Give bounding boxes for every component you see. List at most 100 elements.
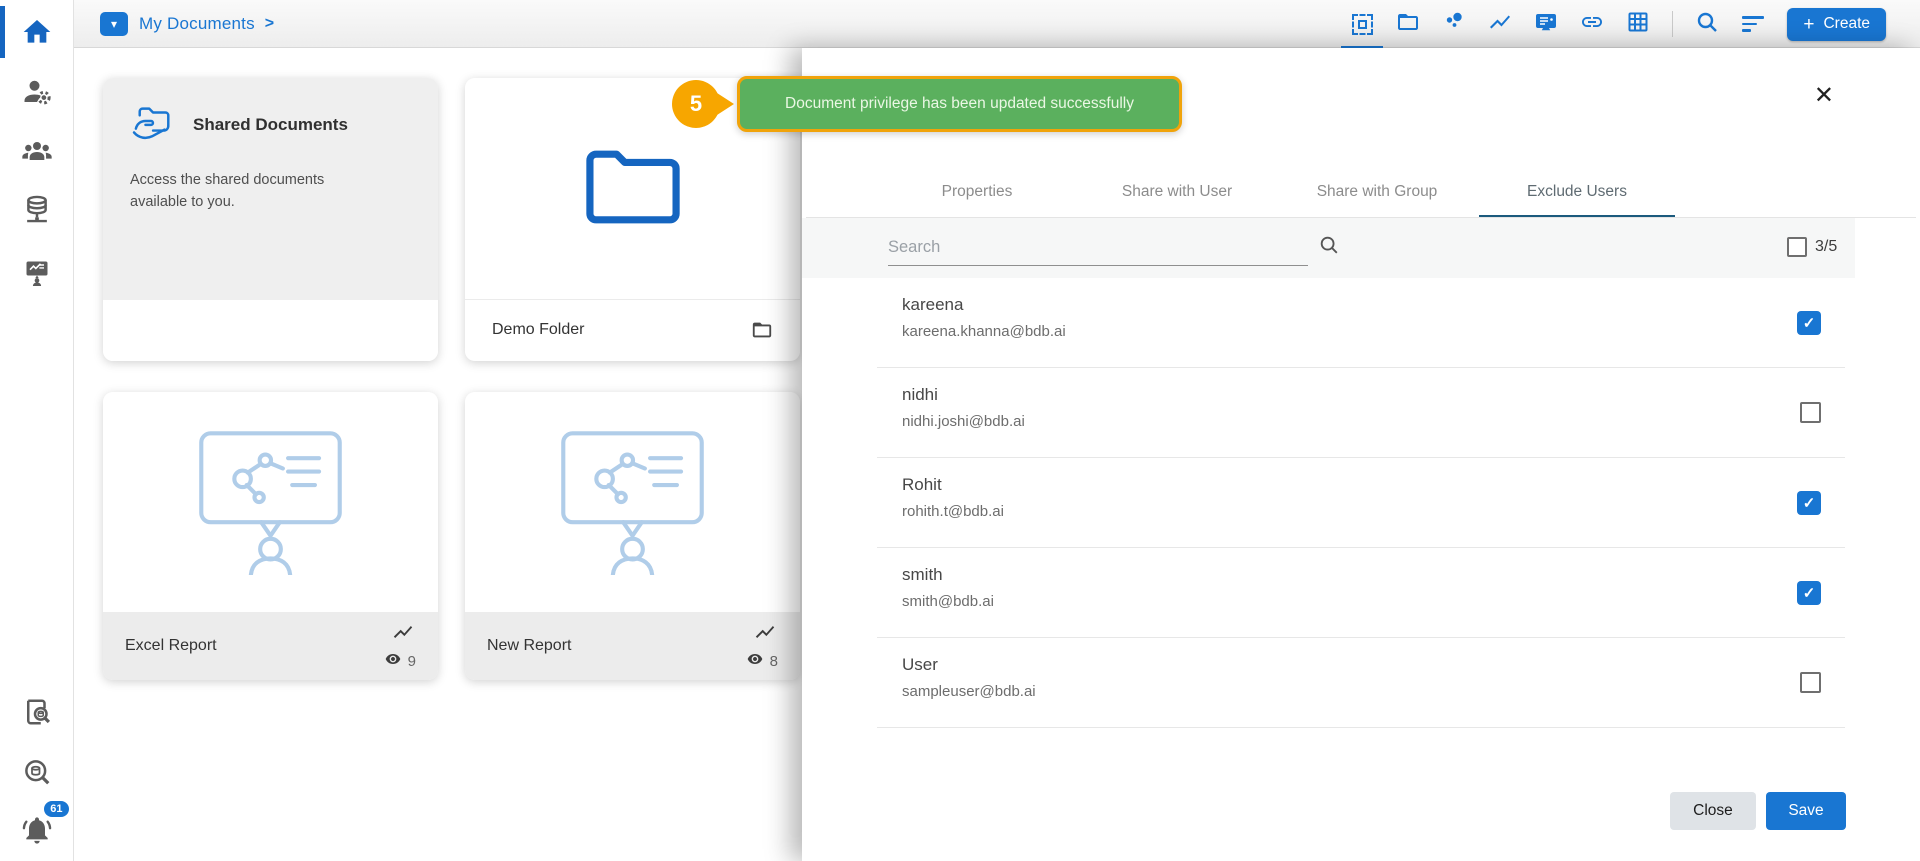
tab-label: Share with User — [1122, 183, 1232, 200]
new-report-body — [465, 392, 800, 612]
demo-folder-title: Demo Folder — [492, 321, 584, 339]
card-excel-report[interactable]: Excel Report 9 — [103, 392, 438, 680]
panel-tabs: Properties Share with User Share with Grou… — [877, 168, 1677, 218]
panel-tab[interactable]: Properties — [877, 168, 1077, 218]
user-row: Rohit rohith.t@bdb.ai ✓ — [877, 458, 1845, 548]
user-checkbox[interactable] — [1800, 672, 1821, 693]
sort-button[interactable] — [1741, 12, 1765, 36]
user-row: smith smith@bdb.ai ✓ — [877, 548, 1845, 638]
success-toast: Document privilege has been updated succ… — [737, 76, 1182, 132]
sidebar-item-data-store[interactable] — [17, 190, 57, 230]
shared-documents-description: Access the shared documents available to… — [130, 169, 370, 214]
new-report-title: New Report — [487, 637, 571, 655]
eye-icon — [383, 651, 403, 672]
user-checkbox[interactable] — [1800, 402, 1821, 423]
select-all-icon — [1352, 14, 1373, 35]
breadcrumb-my-documents[interactable]: My Documents — [139, 14, 255, 34]
user-name: smith — [902, 565, 943, 585]
report-illustration — [555, 425, 710, 580]
sidebar-item-user-groups[interactable] — [17, 132, 57, 172]
view-select-all-button[interactable] — [1350, 12, 1374, 36]
close-button[interactable]: Close — [1670, 792, 1756, 830]
user-checkbox[interactable]: ✓ — [1797, 491, 1821, 515]
search-icon — [1695, 10, 1719, 39]
link-button[interactable] — [1580, 12, 1604, 36]
trend-icon — [390, 621, 416, 648]
user-gear-icon — [22, 77, 52, 107]
presentation-icon — [1534, 10, 1558, 39]
search-button[interactable] — [1695, 12, 1719, 36]
shared-folder-icon — [130, 102, 178, 147]
user-row: User sampleuser@bdb.ai — [877, 638, 1845, 728]
folder-dropdown-button[interactable]: ▾ — [100, 12, 128, 36]
tab-label: Exclude Users — [1527, 183, 1627, 200]
card-new-report[interactable]: New Report 8 — [465, 392, 800, 680]
panel-tab[interactable]: Share with Group — [1277, 168, 1477, 218]
close-icon[interactable]: ✕ — [1814, 84, 1834, 108]
report-illustration — [193, 425, 348, 580]
excel-report-title: Excel Report — [125, 637, 217, 655]
user-email: sampleuser@bdb.ai — [902, 683, 1036, 700]
link-icon — [1580, 10, 1604, 39]
user-checkbox[interactable]: ✓ — [1797, 311, 1821, 335]
data-search-icon — [22, 757, 52, 787]
grid-icon — [1626, 10, 1650, 39]
toast-message: Document privilege has been updated succ… — [785, 95, 1134, 113]
card-shared-documents[interactable]: Shared Documents Access the shared docum… — [103, 78, 438, 361]
user-email: kareena.khanna@bdb.ai — [902, 323, 1066, 340]
app-window: 61 ▾ My Documents > + Create — [0, 0, 1920, 861]
panel-tab[interactable]: Exclude Users — [1477, 168, 1677, 218]
tab-label: Share with Group — [1317, 183, 1438, 200]
trend-icon — [752, 621, 778, 648]
create-button-label: Create — [1823, 15, 1870, 33]
user-email: smith@bdb.ai — [902, 593, 994, 610]
groups-icon — [21, 136, 53, 168]
search-input[interactable] — [888, 230, 1308, 266]
chevron-right-icon: > — [265, 15, 274, 33]
user-name: kareena — [902, 295, 963, 315]
bell-icon — [21, 814, 53, 846]
share-panel: ✕ Properties Share with User Share with Gr… — [802, 48, 1920, 861]
user-name: nidhi — [902, 385, 938, 405]
folder-view-button[interactable] — [1396, 12, 1420, 36]
toolbar-divider — [1672, 11, 1673, 37]
story-board-person-icon — [23, 258, 51, 286]
search-field-icon[interactable] — [1318, 234, 1340, 261]
sidebar-item-notifications[interactable]: 61 — [17, 810, 57, 850]
create-button[interactable]: + Create — [1787, 8, 1886, 41]
new-report-views: 8 — [770, 653, 778, 670]
panel-footer: Close Save — [1670, 792, 1846, 830]
sidebar-item-manage-users[interactable] — [17, 72, 57, 112]
user-row: kareena kareena.khanna@bdb.ai ✓ — [877, 278, 1845, 368]
sidebar-item-business-story[interactable] — [17, 252, 57, 292]
folder-icon — [1396, 10, 1420, 39]
big-folder-icon — [583, 146, 683, 231]
sidebar-item-data-catalog[interactable] — [17, 692, 57, 732]
new-report-footer: New Report 8 — [465, 612, 800, 680]
select-all-checkbox[interactable] — [1787, 237, 1807, 257]
sidebar: 61 — [0, 0, 74, 861]
sidebar-item-data-search[interactable] — [17, 752, 57, 792]
sidebar-item-home[interactable] — [17, 12, 57, 52]
line-chart-button[interactable] — [1488, 12, 1512, 36]
user-name: Rohit — [902, 475, 942, 495]
excel-report-footer: Excel Report 9 — [103, 612, 438, 680]
selection-count: 3/5 — [1815, 238, 1837, 256]
user-checkbox[interactable]: ✓ — [1797, 581, 1821, 605]
tab-label: Properties — [942, 183, 1013, 200]
save-button[interactable]: Save — [1766, 792, 1846, 830]
panel-tab[interactable]: Share with User — [1077, 168, 1277, 218]
chevron-down-icon: ▾ — [111, 17, 117, 31]
notification-count-badge: 61 — [44, 801, 68, 817]
eye-icon — [745, 651, 765, 672]
line-chart-icon — [1488, 10, 1512, 39]
user-email: rohith.t@bdb.ai — [902, 503, 1004, 520]
catalog-search-icon — [22, 697, 52, 727]
database-icon — [22, 194, 52, 226]
breadcrumb: ▾ My Documents > — [100, 0, 274, 48]
plus-icon: + — [1803, 15, 1814, 34]
grid-view-button[interactable] — [1626, 12, 1650, 36]
header-bar: ▾ My Documents > + Create — [74, 0, 1920, 48]
bubble-chart-button[interactable] — [1442, 12, 1466, 36]
story-view-button[interactable] — [1534, 12, 1558, 36]
